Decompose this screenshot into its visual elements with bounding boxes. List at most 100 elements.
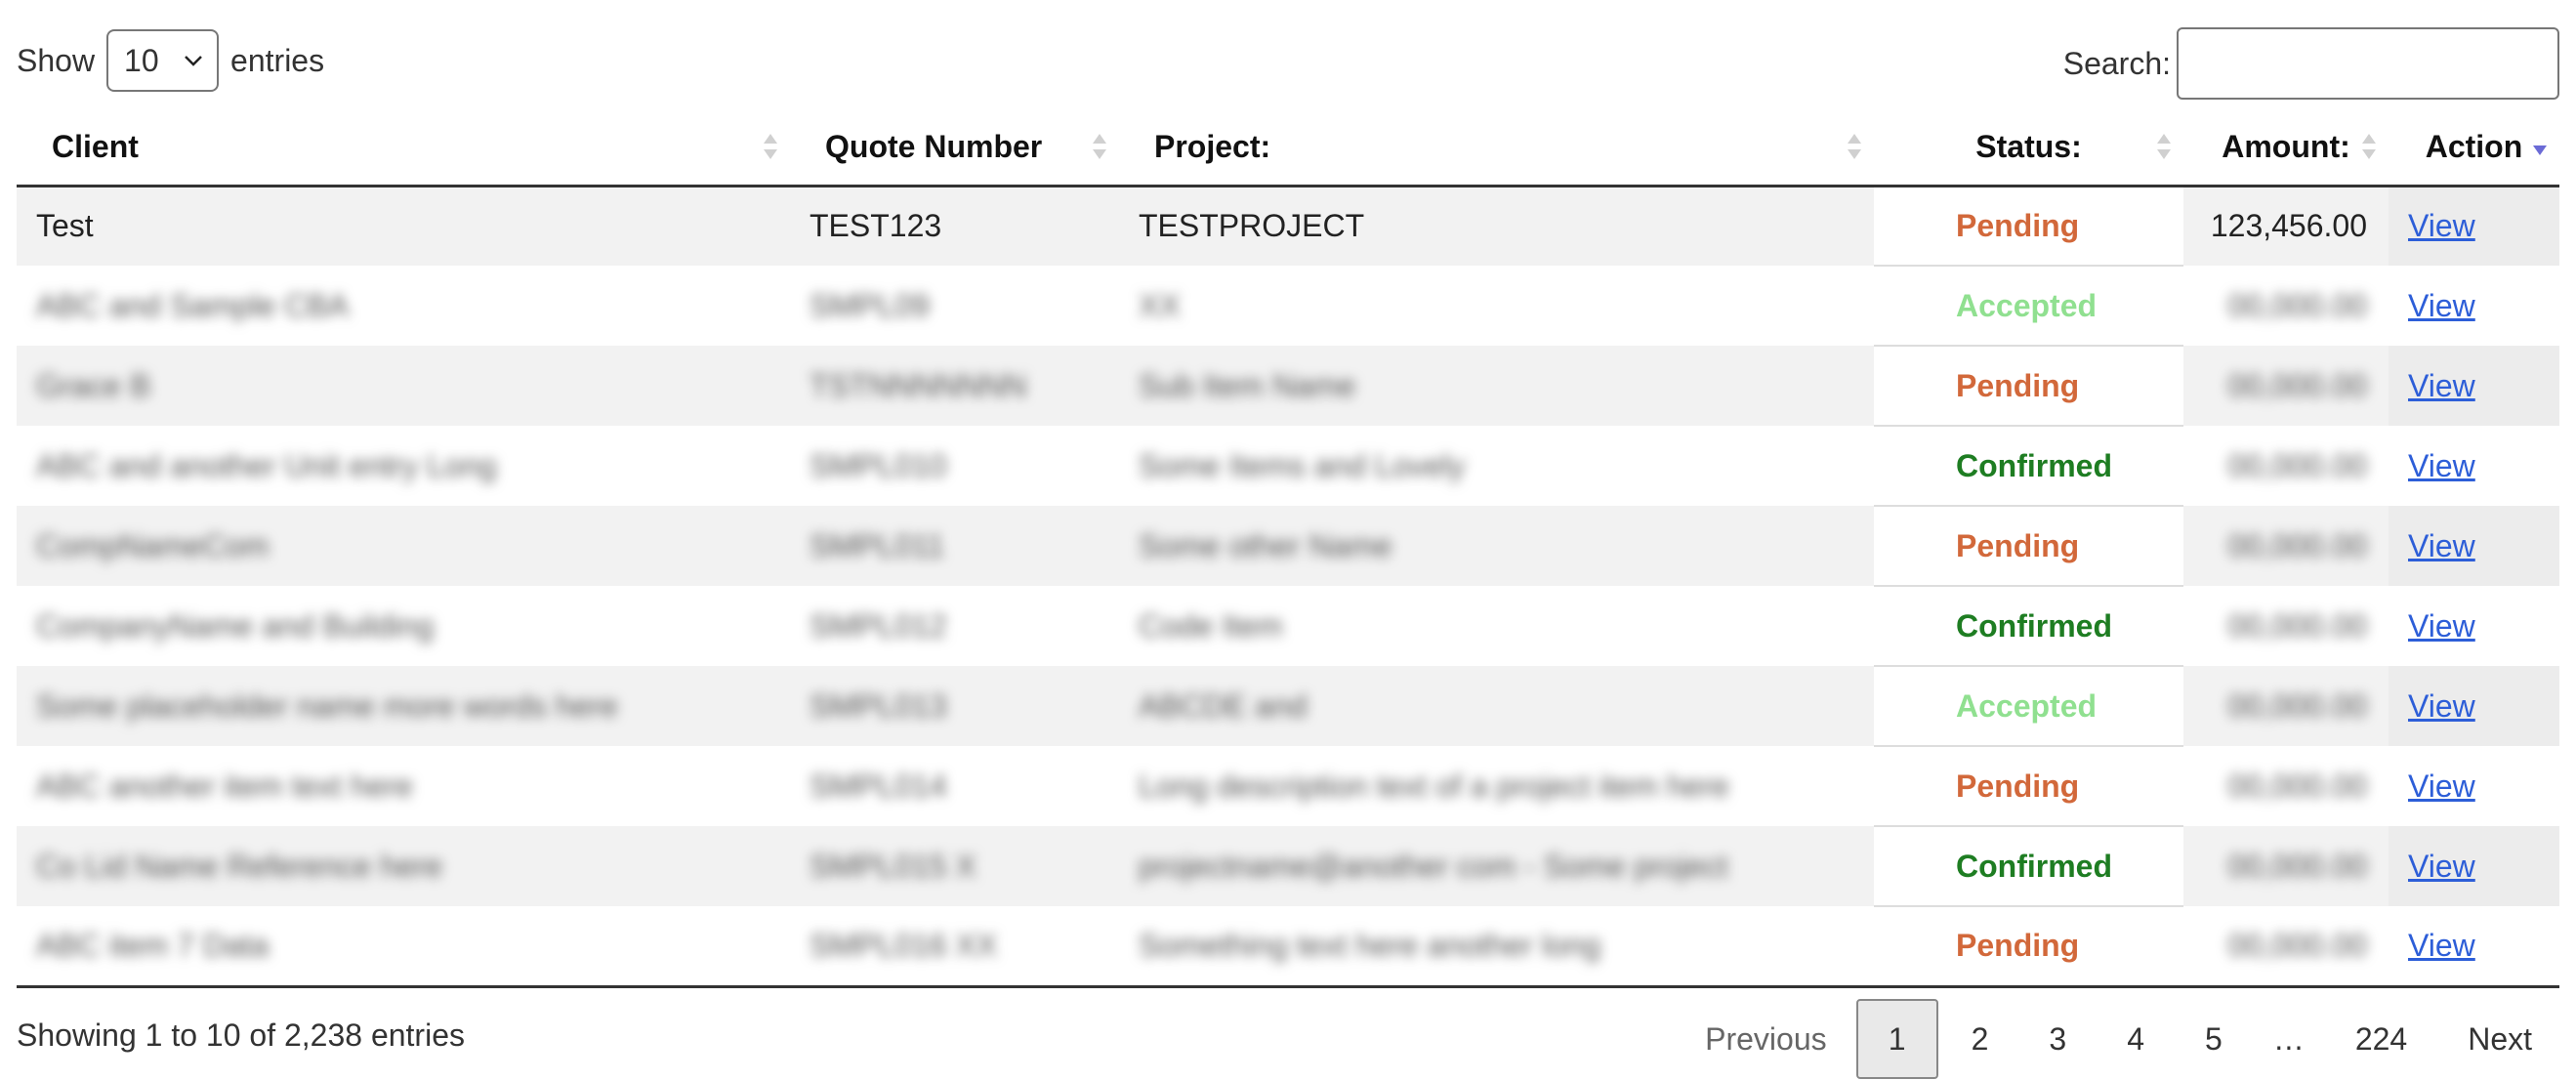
pagination-page[interactable]: 3 (2021, 999, 2094, 1079)
client-cell: Grace B (17, 346, 790, 426)
column-header-amount[interactable]: Amount: (2183, 109, 2389, 187)
entries-per-page-value: 10 (124, 42, 159, 78)
column-label-status: Status: (1975, 128, 2082, 164)
table-row: ABC another item text here SMPL014 Long de… (17, 746, 2559, 827)
view-link[interactable]: View (2408, 448, 2475, 483)
amount-cell: 123,456.00 (2183, 186, 2389, 266)
redacted-text: 00,000.00 (2227, 527, 2367, 563)
column-header-status[interactable]: Status: (1874, 109, 2183, 187)
redacted-text: Some other Name (1139, 527, 1392, 563)
redacted-text: SMPL012 (810, 607, 947, 644)
amount-cell: 00,000.00 (2183, 506, 2389, 586)
project-cell: TESTPROJECT (1119, 186, 1874, 266)
action-cell: View (2389, 506, 2559, 586)
project-cell: Long description text of a project item … (1119, 746, 1874, 826)
column-header-project[interactable]: Project: (1119, 109, 1874, 187)
action-cell: View (2389, 346, 2559, 426)
table-row: ABC and Sample CBA SMPL09 XX Accepted 00,000… (17, 266, 2559, 347)
quote-number-cell: SMPL015 X (790, 826, 1119, 906)
amount-cell: 00,000.00 (2183, 346, 2389, 426)
view-link[interactable]: View (2408, 928, 2475, 963)
pagination-page-last[interactable]: 224 (2328, 999, 2434, 1079)
table-row: Some placeholder name more words here SMP… (17, 666, 2559, 747)
project-cell: Code Item (1119, 586, 1874, 666)
redacted-text: XX (1139, 287, 1181, 323)
redacted-text: SMPL015 X (810, 848, 976, 884)
length-menu: Show 10 entries (17, 27, 324, 94)
column-label-amount: Amount: (2222, 128, 2350, 164)
redacted-text: SMPL014 (810, 768, 947, 804)
search-label: Search: (2062, 45, 2171, 81)
column-label-quote-number: Quote Number (825, 128, 1043, 164)
redacted-text: Some Items and Lovely (1139, 447, 1466, 483)
redacted-text: SMPL016 XX (810, 927, 998, 963)
pagination-page[interactable]: 2 (1944, 999, 2016, 1079)
view-link[interactable]: View (2408, 528, 2475, 563)
table-row: Test TEST123 TESTPROJECT Pending 123,456.00 V… (17, 186, 2559, 267)
project-cell: ABCDE and (1119, 666, 1874, 746)
redacted-text: 00,000.00 (2227, 447, 2367, 483)
column-header-client[interactable]: Client (17, 109, 790, 187)
client-cell: CompanyName and Building (17, 586, 790, 666)
client-cell: Some placeholder name more words here (17, 666, 790, 746)
view-link[interactable]: View (2408, 768, 2475, 804)
project-cell: projectname@another com - Some project (1119, 826, 1874, 906)
action-cell: View (2389, 586, 2559, 666)
status-cell: Pending (1874, 906, 2183, 988)
table-row: ABC item 7 Data SMPL016 XX Something text … (17, 906, 2559, 988)
pagination-previous[interactable]: Previous (1682, 999, 1850, 1079)
view-link[interactable]: View (2408, 849, 2475, 884)
redacted-text: Co Lid Name Reference here (36, 848, 443, 884)
view-link[interactable]: View (2408, 208, 2475, 243)
entries-label: entries (230, 42, 325, 78)
quote-number-cell: SMPL09 (790, 266, 1119, 346)
redacted-text: Code Item (1139, 607, 1283, 644)
redacted-text: ABC and Sample CBA (36, 287, 350, 323)
client-cell: Co Lid Name Reference here (17, 826, 790, 906)
chevron-down-icon (185, 56, 202, 66)
amount-cell: 00,000.00 (2183, 826, 2389, 906)
pagination-next[interactable]: Next (2440, 999, 2559, 1079)
action-cell: View (2389, 906, 2559, 988)
table-row: CompNameCom SMPL011 Some other Name Pending… (17, 506, 2559, 587)
quote-number-cell: SMPL014 (790, 746, 1119, 826)
view-link[interactable]: View (2408, 688, 2475, 724)
amount-cell: 00,000.00 (2183, 906, 2389, 988)
pagination-page[interactable]: 4 (2099, 999, 2172, 1079)
search-input[interactable] (2177, 27, 2559, 100)
sort-arrows-icon (1093, 134, 1106, 160)
pagination-page[interactable]: 5 (2178, 999, 2250, 1079)
redacted-text: CompanyName and Building (36, 607, 435, 644)
amount-cell: 00,000.00 (2183, 426, 2389, 506)
view-link[interactable]: View (2408, 608, 2475, 644)
redacted-text: Long description text of a project item … (1139, 768, 1729, 804)
column-header-action[interactable]: Action (2389, 109, 2559, 187)
amount-cell: 00,000.00 (2183, 266, 2389, 346)
project-cell: Something text here another long (1119, 906, 1874, 988)
column-header-quote-number[interactable]: Quote Number (790, 109, 1119, 187)
pagination-ellipsis: … (2272, 1020, 2305, 1057)
table-row: Co Lid Name Reference here SMPL015 X proje… (17, 826, 2559, 907)
table-info: Showing 1 to 10 of 2,238 entries (17, 1018, 465, 1053)
pagination-page-current[interactable]: 1 (1855, 999, 1938, 1079)
show-label: Show (17, 42, 96, 78)
client-cell: ABC and another Unit entry Long (17, 426, 790, 506)
quote-number-cell: TSTNNNNNNN (790, 346, 1119, 426)
redacted-text: projectname@another com - Some project (1139, 848, 1728, 884)
redacted-text: 00,000.00 (2227, 287, 2367, 323)
sort-arrows-icon (1848, 134, 1861, 160)
view-link[interactable]: View (2408, 288, 2475, 323)
redacted-text: 00,000.00 (2227, 607, 2367, 644)
quote-number-cell: SMPL012 (790, 586, 1119, 666)
view-link[interactable]: View (2408, 368, 2475, 403)
status-cell: Confirmed (1874, 426, 2183, 507)
redacted-text: Grace B (36, 367, 151, 403)
redacted-text: ABCDE and (1139, 687, 1308, 724)
client-cell: ABC and Sample CBA (17, 266, 790, 346)
status-cell: Pending (1874, 746, 2183, 827)
status-cell: Pending (1874, 186, 2183, 267)
search-control: Search: (2063, 27, 2559, 100)
quote-number-cell: SMPL010 (790, 426, 1119, 506)
sort-arrows-icon (2157, 134, 2171, 160)
entries-per-page-select[interactable]: 10 (106, 29, 220, 92)
